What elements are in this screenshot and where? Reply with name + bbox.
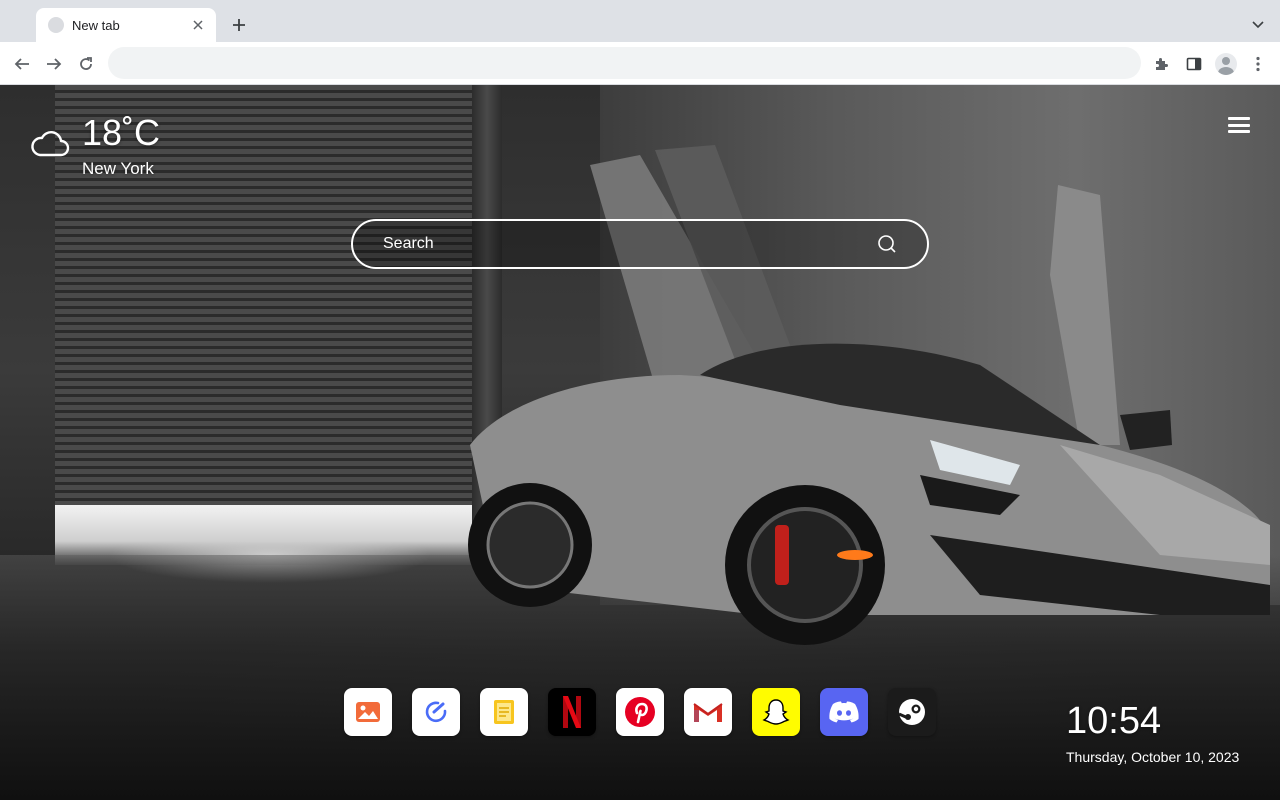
new-tab-page: 18˚C New York Search 10:54 Thursday, Oct… [0, 85, 1280, 800]
shortcut-netflix[interactable] [548, 688, 596, 736]
netflix-icon [563, 696, 581, 728]
shortcut-discord[interactable] [820, 688, 868, 736]
close-icon[interactable] [190, 17, 206, 33]
profile-button[interactable] [1212, 50, 1240, 78]
shortcut-gmail[interactable] [684, 688, 732, 736]
shortcut-photos[interactable] [344, 688, 392, 736]
back-button[interactable] [8, 50, 36, 78]
globe-icon [48, 17, 64, 33]
side-panel-icon [1186, 57, 1202, 71]
chevron-down-icon [1252, 21, 1264, 29]
shortcut-notes[interactable] [480, 688, 528, 736]
discord-icon [829, 701, 859, 723]
forward-arrow-icon [47, 58, 62, 70]
puzzle-icon [1156, 58, 1168, 70]
kebab-menu-icon [1256, 56, 1260, 72]
profile-icon [1215, 53, 1237, 75]
search-bar [351, 219, 929, 269]
check-circle-icon [425, 701, 447, 723]
gmail-icon [693, 703, 723, 722]
weather-info: 18˚C New York [82, 113, 160, 179]
shortcut-tasks[interactable] [412, 688, 460, 736]
browser-menu-button[interactable] [1244, 50, 1272, 78]
plus-icon [233, 19, 245, 31]
snapchat-icon [762, 699, 790, 725]
forward-button[interactable] [40, 50, 68, 78]
search-icon[interactable] [877, 234, 897, 254]
shortcut-pinterest[interactable] [616, 688, 664, 736]
clock-time: 10:54 [1066, 700, 1162, 742]
pinterest-icon [625, 697, 655, 727]
city-name: New York [82, 159, 154, 178]
hamburger-menu-icon[interactable] [1228, 115, 1250, 135]
search-input[interactable] [383, 221, 863, 267]
clock-date: Thursday, October 10, 2023 [1066, 749, 1240, 765]
address-bar[interactable] [108, 47, 1141, 79]
reload-button[interactable] [72, 50, 100, 78]
tab-search-button[interactable] [1246, 13, 1270, 37]
image-icon [356, 702, 380, 722]
new-tab-button[interactable] [226, 12, 252, 38]
cloud-icon [31, 131, 70, 157]
side-panel-button[interactable] [1180, 50, 1208, 78]
note-icon [494, 700, 514, 724]
tab-new-tab[interactable]: New tab [36, 8, 216, 42]
steam-icon [898, 699, 925, 725]
tab-title: New tab [72, 17, 120, 33]
weather-widget[interactable]: 18˚C New York [30, 113, 160, 179]
shortcut-snapchat[interactable] [752, 688, 800, 736]
reload-icon [80, 57, 92, 70]
browser-toolbar [0, 42, 1280, 85]
back-arrow-icon [14, 58, 29, 70]
temperature: 18˚C [82, 112, 161, 153]
tab-strip: New tab [0, 0, 1280, 42]
extensions-button[interactable] [1148, 50, 1176, 78]
shortcut-steam[interactable] [888, 688, 936, 736]
shortcut-dock [344, 688, 936, 736]
clock-widget: 10:54 Thursday, October 10, 2023 [1066, 701, 1248, 765]
